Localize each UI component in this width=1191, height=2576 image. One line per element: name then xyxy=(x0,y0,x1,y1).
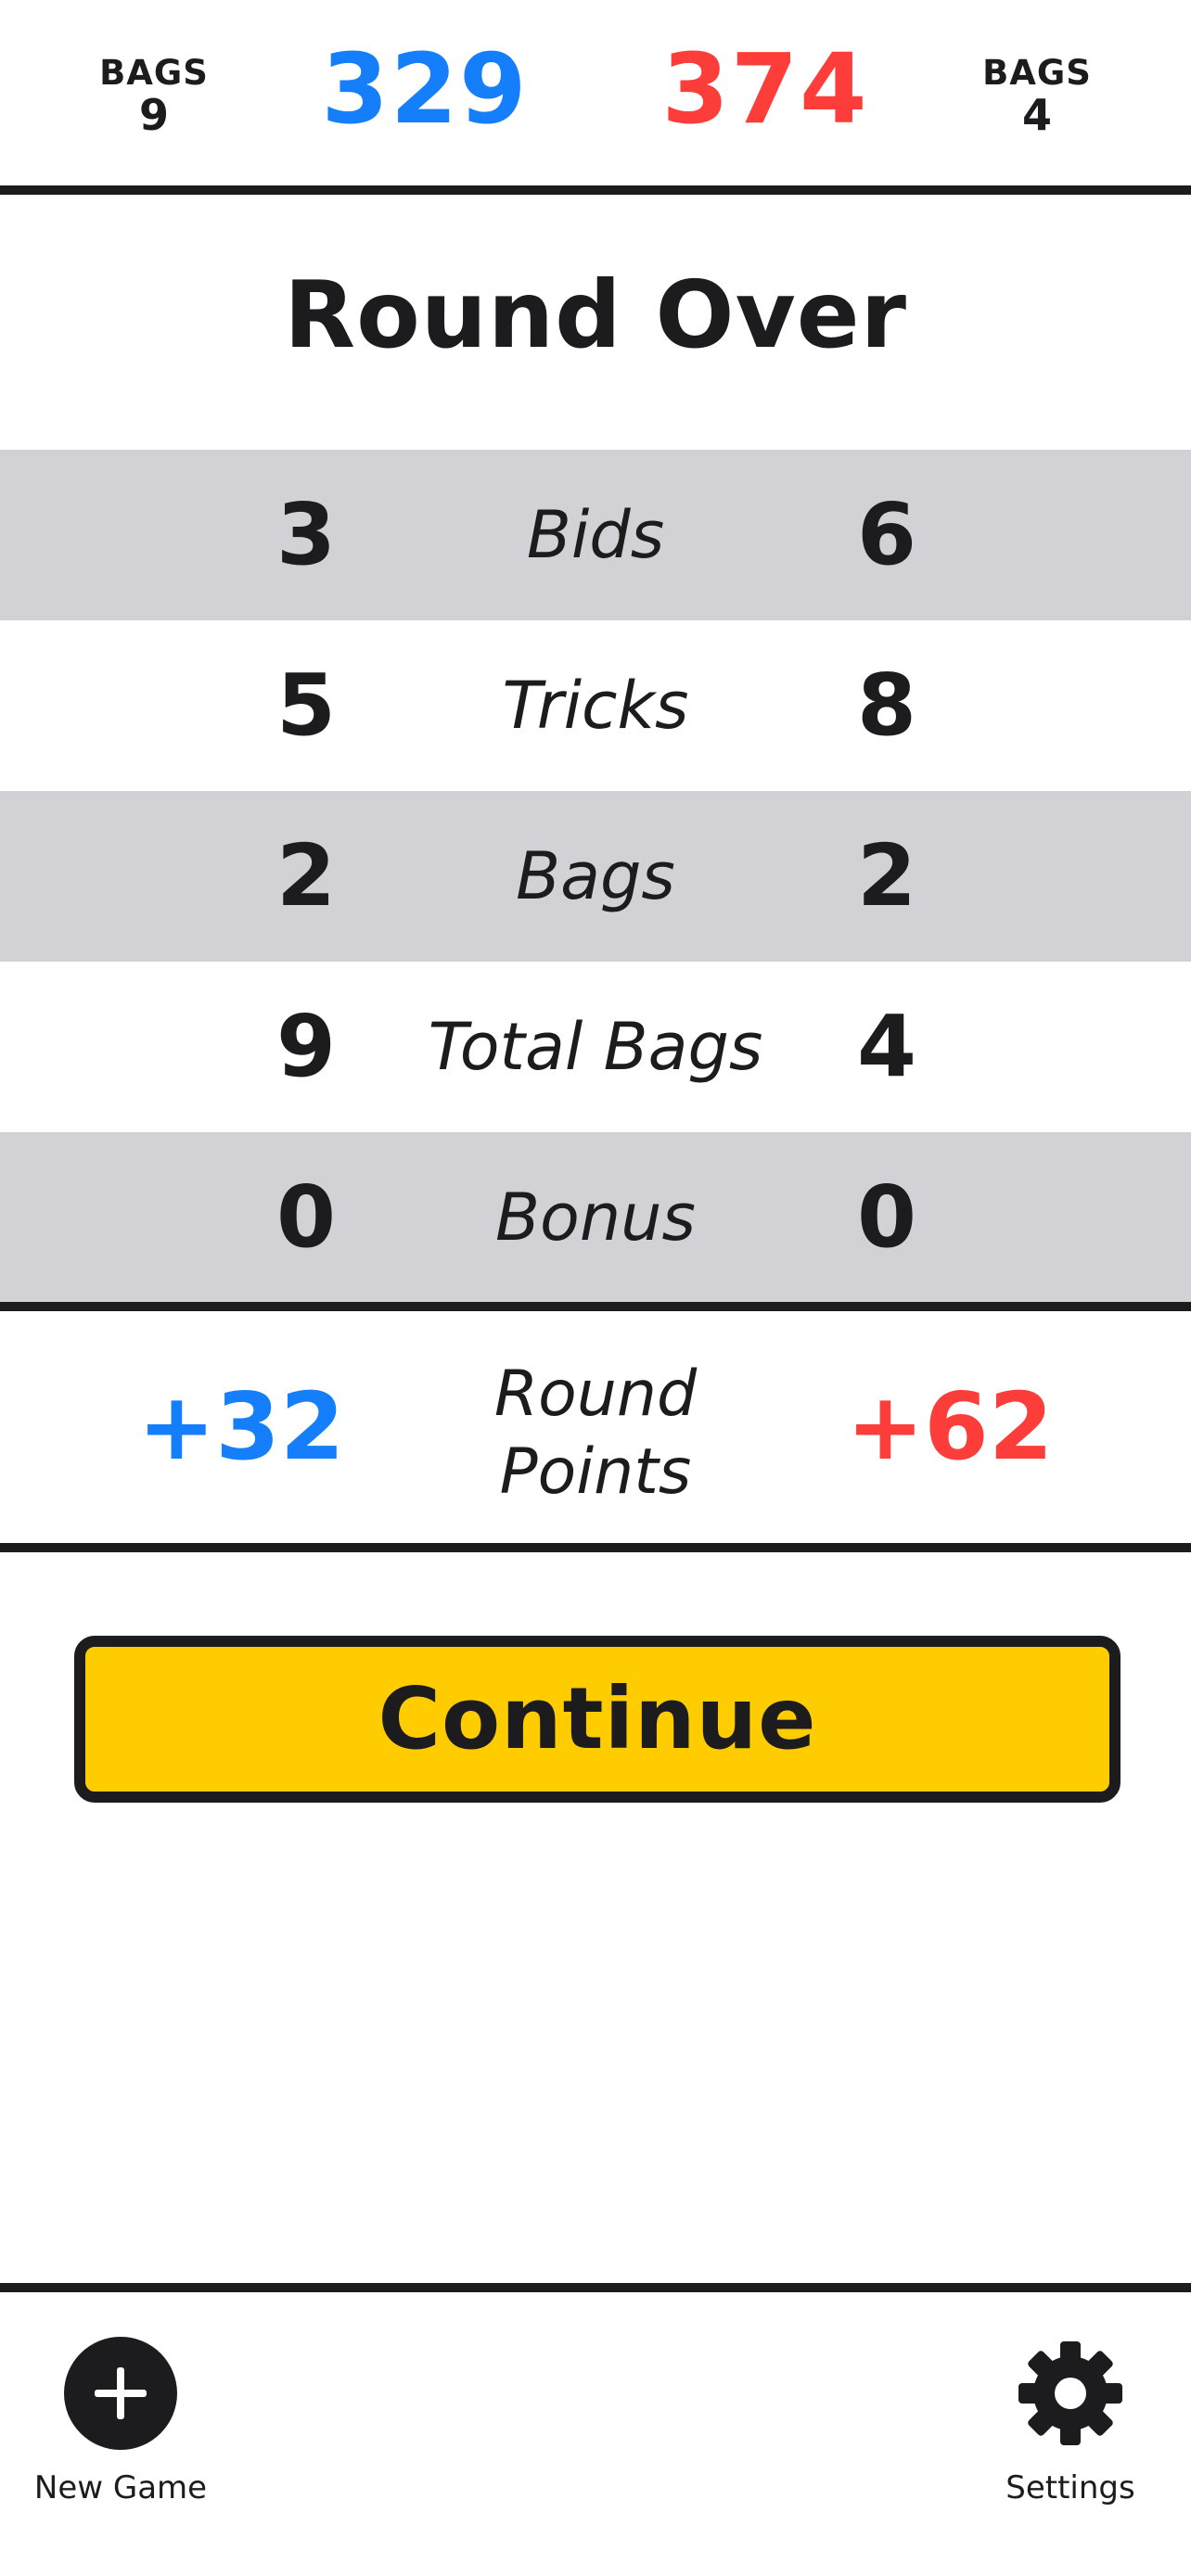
team-right-score: 374 xyxy=(661,32,869,146)
round-points-left: +32 xyxy=(137,1372,345,1481)
stat-row-bonus: 0 Bonus 0 xyxy=(0,1132,1191,1303)
stat-label: Bags xyxy=(516,838,675,914)
team-left-bags-label: BAGS xyxy=(99,53,209,93)
stat-row-bids: 3 Bids 6 xyxy=(0,450,1191,620)
stat-label: Total Bags xyxy=(428,1009,763,1085)
new-game-button[interactable]: New Game xyxy=(19,2292,223,2576)
scoreboard-header: BAGS 9 329 374 BAGS 4 xyxy=(0,0,1191,185)
new-game-label: New Game xyxy=(33,2469,208,2506)
settings-button[interactable]: Settings xyxy=(968,2292,1172,2576)
stat-row-total-bags: 9 Total Bags 4 xyxy=(0,962,1191,1132)
stat-right-value: 0 xyxy=(856,1167,916,1267)
tabbar-divider xyxy=(0,2283,1191,2292)
stat-right-value: 4 xyxy=(856,997,916,1096)
round-stats-table: 3 Bids 6 5 Tricks 8 2 Bags 2 9 Total Bag… xyxy=(0,450,1191,1303)
team-right-bags: BAGS 4 xyxy=(963,56,1111,136)
team-left-score: 329 xyxy=(321,32,529,146)
stat-left-value: 9 xyxy=(275,997,336,1096)
team-right-bags-value: 4 xyxy=(1021,90,1052,140)
continue-button[interactable]: Continue xyxy=(74,1636,1121,1803)
stat-row-tricks: 5 Tricks 8 xyxy=(0,620,1191,791)
settings-label: Settings xyxy=(1005,2469,1135,2506)
stat-label: Bonus xyxy=(494,1180,697,1256)
stat-right-value: 6 xyxy=(856,485,916,584)
team-left-bags: BAGS 9 xyxy=(80,56,228,136)
round-points-right: +62 xyxy=(846,1372,1054,1481)
stat-row-bags: 2 Bags 2 xyxy=(0,791,1191,962)
stat-left-value: 5 xyxy=(275,656,336,755)
gear-icon xyxy=(1018,2341,1122,2445)
round-points-row: +32 Round Points +62 xyxy=(0,1317,1191,1537)
stat-left-value: 3 xyxy=(275,485,336,584)
page-title: Round Over xyxy=(284,261,907,369)
bottom-tabbar: New Game Settings xyxy=(0,2292,1191,2576)
round-points-label-line1: Round xyxy=(493,1358,698,1431)
stats-divider xyxy=(0,1302,1191,1311)
stat-label: Tricks xyxy=(502,668,689,744)
round-points-label-line2: Points xyxy=(499,1435,692,1509)
stat-right-value: 8 xyxy=(856,656,916,755)
round-points-label: Round Points xyxy=(410,1356,781,1511)
plus-circle-icon xyxy=(64,2337,177,2450)
stat-left-value: 2 xyxy=(275,826,336,925)
stat-left-value: 0 xyxy=(275,1167,336,1267)
team-left-bags-value: 9 xyxy=(138,90,169,140)
header-divider xyxy=(0,185,1191,195)
stat-right-value: 2 xyxy=(856,826,916,925)
stat-label: Bids xyxy=(526,497,665,573)
team-right-bags-label: BAGS xyxy=(982,53,1092,93)
round-points-divider xyxy=(0,1543,1191,1552)
